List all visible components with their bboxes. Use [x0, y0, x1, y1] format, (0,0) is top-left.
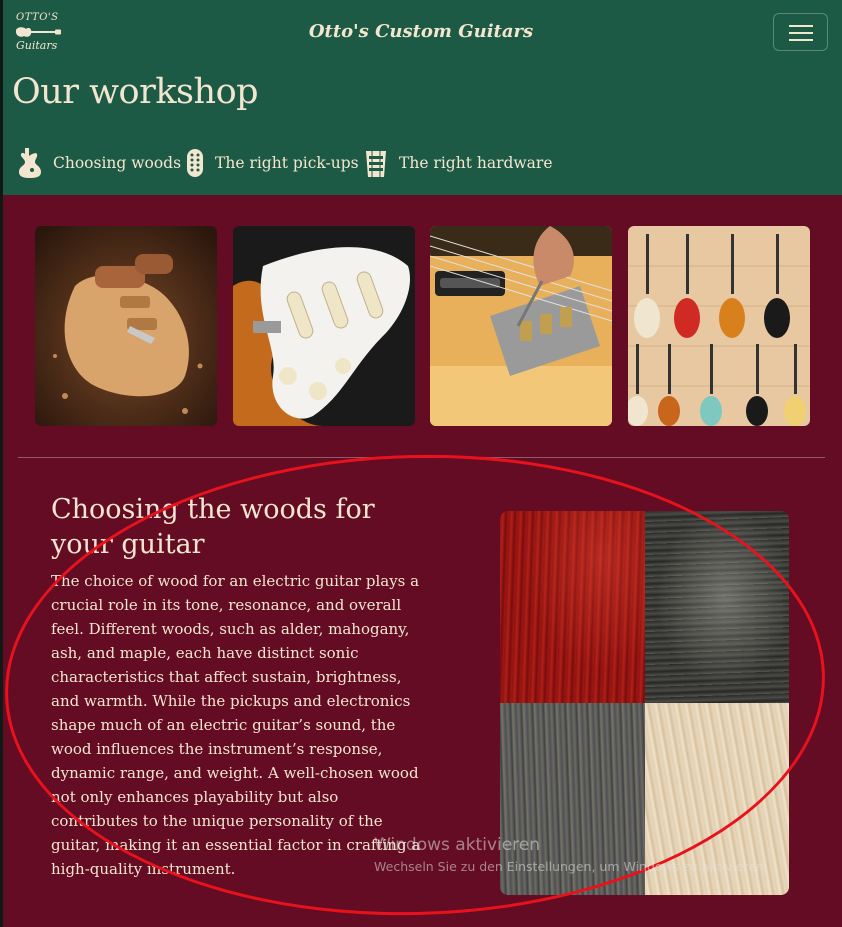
- guitar-body-icon: [19, 148, 41, 178]
- section-text: The choice of wood for an electric guita…: [51, 572, 421, 878]
- hamburger-icon-bar: [789, 39, 813, 41]
- nav-label-hardware: The right hardware: [399, 154, 553, 172]
- hamburger-icon: [789, 25, 813, 27]
- watermark-title: Windows aktivieren: [374, 835, 541, 855]
- wood-sample-dark: [645, 511, 789, 703]
- pickguard-pickups-photo[interactable]: [233, 226, 415, 426]
- bridge-icon: [366, 148, 386, 177]
- left-window-edge: [0, 0, 3, 927]
- site-header: OTTO'S Guitars Otto's Custom Guitars Our…: [0, 0, 842, 195]
- bridge-adjustment-photo[interactable]: [430, 226, 612, 426]
- guitar-wall-photo[interactable]: [628, 226, 810, 426]
- section-title: Choosing the woods for your guitar: [51, 494, 375, 560]
- nav-item-choosing-woods[interactable]: Choosing woods: [17, 146, 181, 180]
- section-divider: [18, 457, 825, 458]
- carving-guitar-body-photo[interactable]: [35, 226, 217, 426]
- nav-item-hardware[interactable]: The right hardware: [363, 146, 553, 180]
- nav-item-pickups[interactable]: The right pick-ups: [185, 146, 359, 180]
- nav-label-pickups: The right pick-ups: [215, 154, 359, 172]
- brand-title[interactable]: Otto's Custom Guitars: [0, 21, 842, 42]
- menu-toggle-button[interactable]: [773, 13, 828, 51]
- wood-sample-red: [500, 511, 645, 703]
- page-title: Our workshop: [12, 72, 259, 112]
- nav-label-choosing-woods: Choosing woods: [53, 154, 182, 172]
- pickup-icon: [187, 149, 203, 177]
- windows-activation-watermark: Windows aktivieren Wechseln Sie zu den E…: [374, 835, 768, 874]
- watermark-text: Wechseln Sie zu den Einstellungen, um Wi…: [374, 859, 769, 874]
- hamburger-icon-bar: [789, 32, 813, 34]
